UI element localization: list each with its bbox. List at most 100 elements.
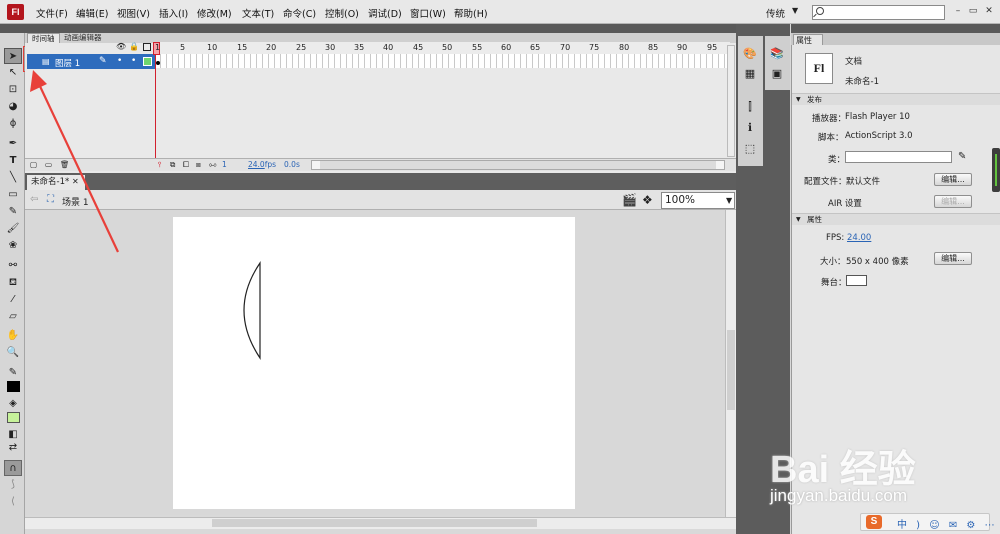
restore-button[interactable]: ▭: [967, 6, 979, 17]
onion-skin-icon[interactable]: ⧉: [170, 160, 175, 170]
smooth-icon[interactable]: ⟆: [4, 477, 22, 493]
info-icon[interactable]: ℹ: [743, 122, 757, 134]
fill-color-swatch[interactable]: [7, 412, 20, 423]
minimize-button[interactable]: –: [952, 6, 964, 17]
color-panel-icon[interactable]: 🎨: [743, 48, 757, 60]
ime-logo-icon[interactable]: S: [866, 515, 882, 529]
menu-control[interactable]: 控制(O): [325, 6, 359, 20]
back-arrow-icon[interactable]: ⇦: [30, 194, 38, 205]
zoom-select[interactable]: 100%: [661, 192, 735, 209]
air-edit-button[interactable]: 编辑...: [934, 195, 972, 208]
swatches-panel-icon[interactable]: ▦: [743, 68, 757, 80]
class-input[interactable]: [845, 151, 952, 163]
frame-rate-value[interactable]: 24.0: [248, 160, 265, 169]
paint-bucket-tool-icon[interactable]: ⛾: [4, 275, 22, 291]
ruler-number: 55: [472, 43, 483, 52]
eraser-tool-icon[interactable]: ▱: [4, 309, 22, 325]
tab-properties[interactable]: 属性: [793, 34, 823, 45]
snap-to-objects-icon[interactable]: ∩: [4, 460, 22, 476]
tab-timeline[interactable]: 时间轴: [27, 33, 60, 43]
edit-scene-icon[interactable]: 🎬: [622, 193, 637, 207]
library-icon[interactable]: 📚: [770, 48, 784, 60]
pencil-tool-icon[interactable]: ✎: [4, 204, 22, 220]
menu-help[interactable]: 帮助(H): [454, 6, 488, 20]
menu-text[interactable]: 文本(T): [242, 6, 274, 20]
properties-header[interactable]: [791, 24, 1000, 33]
frame-grid[interactable]: [155, 54, 728, 68]
close-button[interactable]: ✕: [983, 6, 995, 17]
edit-symbols-icon[interactable]: ❖: [642, 193, 653, 207]
outline-icon[interactable]: [143, 43, 151, 51]
bone-tool-icon[interactable]: ⚯: [4, 258, 22, 274]
chevron-down-icon[interactable]: ▼: [726, 196, 732, 205]
timeline-panel-header[interactable]: [25, 24, 736, 33]
menu-debug[interactable]: 调试(D): [368, 6, 402, 20]
brush-tool-icon[interactable]: 🖌: [4, 221, 22, 237]
panel-resize-handle[interactable]: [992, 148, 1000, 192]
lock-icon[interactable]: 🔒: [129, 42, 139, 51]
eyedropper-tool-icon[interactable]: ⁄: [4, 292, 22, 308]
tools-panel-header[interactable]: [0, 24, 25, 33]
menu-edit[interactable]: 编辑(E): [76, 6, 108, 20]
arc-shape[interactable]: [238, 260, 268, 362]
lock-dot[interactable]: •: [131, 56, 136, 66]
zoom-tool-icon[interactable]: 🔍: [4, 345, 22, 361]
help-search-input[interactable]: [812, 5, 945, 20]
publish-section-header[interactable]: 发布: [792, 93, 1000, 106]
stage-color-swatch[interactable]: [846, 275, 867, 286]
menu-window[interactable]: 窗口(W): [410, 6, 446, 20]
rectangle-tool-icon[interactable]: ▭: [4, 187, 22, 203]
stage[interactable]: [173, 217, 575, 509]
pencil-icon[interactable]: ✎: [958, 151, 966, 162]
properties-section-header[interactable]: 属性: [792, 213, 1000, 226]
stage-vscroll-thumb[interactable]: [727, 330, 735, 410]
transform-icon[interactable]: ⬚: [743, 143, 757, 155]
ime-status[interactable]: 中 ) ☺ ✉ ⚙ ⋯: [897, 516, 998, 531]
size-edit-button[interactable]: 编辑...: [934, 252, 972, 265]
subselection-tool-icon[interactable]: ↖: [4, 65, 22, 81]
deco-tool-icon[interactable]: ❀: [4, 238, 22, 254]
chevron-down-icon[interactable]: ▼: [792, 6, 798, 15]
align-panel-icon[interactable]: ⫿: [743, 101, 757, 113]
swap-colors-icon[interactable]: ⇄: [4, 440, 22, 456]
scene-breadcrumb[interactable]: 场景 1: [62, 195, 89, 208]
workspace-switcher[interactable]: 传统: [766, 6, 785, 20]
modify-markers-icon[interactable]: ⧟: [209, 160, 217, 170]
close-icon[interactable]: ✕: [72, 177, 79, 186]
edit-multiple-frames-icon[interactable]: ⧈: [196, 160, 201, 170]
menu-commands[interactable]: 命令(C): [283, 6, 316, 20]
layer-outline-color[interactable]: [143, 57, 152, 66]
components-icon[interactable]: ▣: [770, 68, 784, 80]
new-layer-icon[interactable]: ▢: [30, 160, 37, 169]
timeline-scroll-thumb[interactable]: [320, 161, 716, 169]
free-transform-tool-icon[interactable]: ⊡: [4, 82, 22, 98]
hand-tool-icon[interactable]: ✋: [4, 328, 22, 344]
selection-tool-icon[interactable]: ➤: [4, 48, 22, 64]
center-frame-icon[interactable]: ⫯: [158, 160, 161, 170]
menu-modify[interactable]: 修改(M): [197, 6, 232, 20]
menu-view[interactable]: 视图(V): [117, 6, 150, 20]
search-icon: [816, 7, 824, 15]
delete-layer-icon[interactable]: 🗑: [60, 160, 70, 169]
visibility-dot[interactable]: •: [117, 56, 122, 66]
ruler-number: 85: [648, 43, 659, 52]
timeline-vscroll[interactable]: [727, 45, 735, 157]
line-tool-icon[interactable]: ╲: [4, 170, 22, 186]
lasso-tool-icon[interactable]: ϕ: [4, 116, 22, 132]
profile-edit-button[interactable]: 编辑...: [934, 173, 972, 186]
menu-file[interactable]: 文件(F): [36, 6, 68, 20]
eye-icon[interactable]: 👁: [116, 42, 126, 51]
fps-value[interactable]: 24.00: [847, 233, 871, 243]
stage-hscroll-thumb[interactable]: [212, 519, 537, 527]
pen-tool-icon[interactable]: ✒: [4, 136, 22, 152]
straighten-icon[interactable]: ⟨: [4, 494, 22, 510]
tab-motion-editor[interactable]: 动画编辑器: [60, 33, 106, 43]
layer-name[interactable]: 图层 1: [55, 57, 80, 69]
new-folder-icon[interactable]: ▭: [45, 160, 52, 169]
menu-insert[interactable]: 插入(I): [159, 6, 188, 20]
stroke-color-swatch[interactable]: [7, 381, 20, 392]
3d-rotation-tool-icon[interactable]: ◕: [4, 99, 22, 115]
onion-outline-icon[interactable]: ⧠: [183, 160, 189, 170]
text-tool-icon[interactable]: T: [4, 153, 22, 169]
playhead-line: [155, 43, 161, 171]
